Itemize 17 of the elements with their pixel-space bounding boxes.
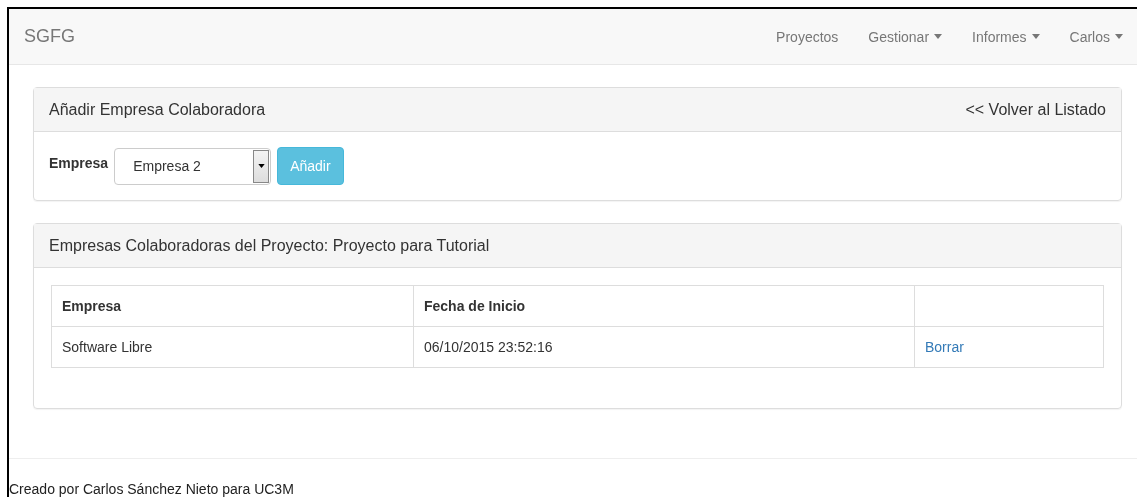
nav-link[interactable]: Gestionar xyxy=(852,28,957,45)
footer-text: Creado por Carlos Sánchez Nieto para UC3M xyxy=(9,481,294,497)
company-select[interactable]: Empresa 2 xyxy=(114,147,272,185)
field-label: Empresa xyxy=(49,155,109,171)
panel-title: Añadir Empresa Colaboradora xyxy=(49,100,266,119)
table-cell: Software Libre xyxy=(51,326,414,368)
table-cell: 06/10/2015 23:52:16 xyxy=(413,326,915,368)
column-header: Empresa xyxy=(51,285,414,327)
panel-title: Empresas Colaboradoras del Proyecto: Proyecto para Tutorial xyxy=(49,236,490,255)
column-header: Fecha de Inicio xyxy=(413,285,915,327)
caret-icon xyxy=(257,164,265,168)
nav-link[interactable]: Proyectos xyxy=(760,28,853,45)
brand-link[interactable]: SGFG xyxy=(24,26,75,47)
delete-link[interactable]: Borrar xyxy=(925,339,964,355)
back-link[interactable]: << Volver al Listado xyxy=(965,100,1106,119)
nav-link[interactable]: Informes xyxy=(956,28,1054,45)
nav-link[interactable]: Carlos xyxy=(1053,28,1137,45)
